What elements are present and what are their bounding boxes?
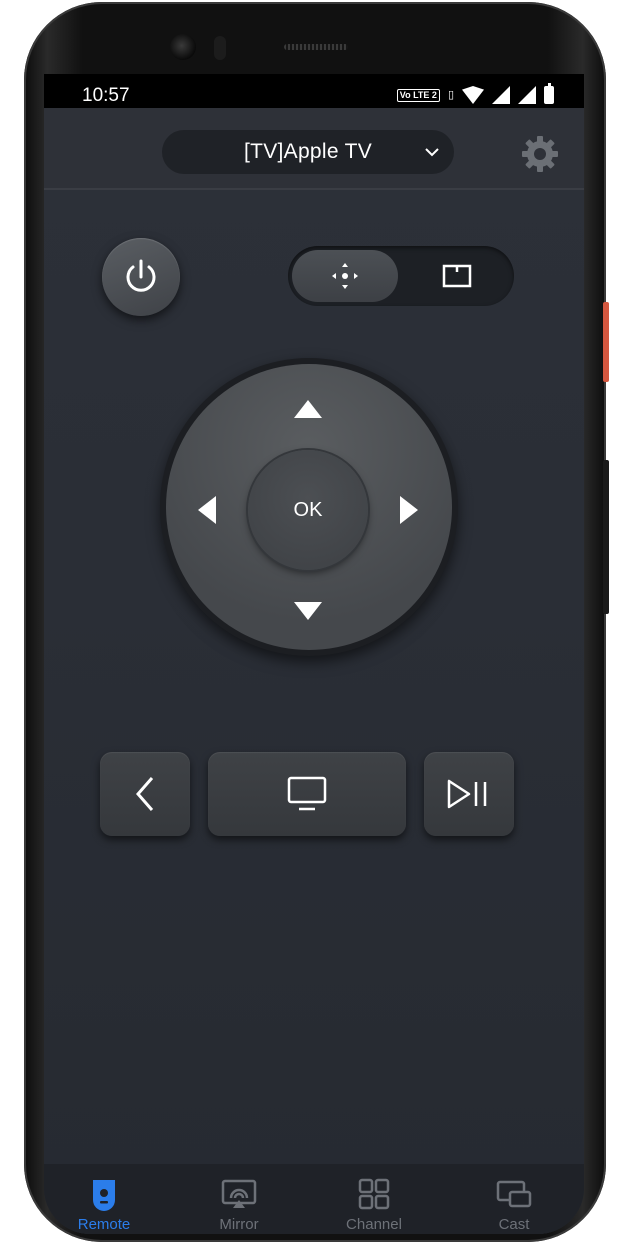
gear-icon[interactable]	[518, 132, 562, 176]
top-bar: [TV]Apple TV	[44, 108, 584, 190]
status-time: 10:57	[82, 85, 130, 106]
bottom-tab-bar: Remote Mirror Channel Cast	[44, 1164, 584, 1234]
volume-side-button	[603, 460, 609, 614]
play-pause-button[interactable]	[424, 752, 514, 836]
tab-mirror[interactable]: Mirror	[179, 1164, 299, 1234]
signal-icon-1	[492, 86, 510, 104]
remote-icon	[93, 1180, 115, 1211]
tab-remote[interactable]: Remote	[44, 1164, 164, 1234]
dpad-right-button[interactable]	[400, 496, 418, 524]
mirror-icon	[221, 1179, 257, 1208]
signal-icon-2	[518, 86, 536, 104]
front-camera	[170, 34, 196, 60]
device-selector[interactable]: [TV]Apple TV	[162, 130, 454, 174]
tab-channel-label: Channel	[346, 1216, 402, 1233]
ok-button[interactable]: OK	[248, 450, 368, 570]
dpad-mode-button[interactable]	[292, 250, 398, 302]
status-bar: 10:57 Vo LTE 2 ▯	[44, 74, 584, 108]
power-side-button	[603, 302, 609, 382]
ok-label: OK	[293, 498, 323, 521]
power-button[interactable]	[102, 238, 180, 316]
touchpad-icon	[442, 264, 472, 288]
play-pause-icon	[447, 779, 487, 809]
tab-channel[interactable]: Channel	[314, 1164, 434, 1234]
dpad-down-button[interactable]	[294, 602, 322, 620]
tab-cast[interactable]: Cast	[454, 1164, 574, 1234]
chevron-down-icon	[425, 148, 439, 157]
vibrate-icon: ▯	[447, 88, 454, 101]
dpad-mode-icon	[332, 263, 358, 289]
channel-grid-icon	[358, 1178, 390, 1210]
screen: 10:57 Vo LTE 2 ▯ [TV]Apple TV OK Remote …	[44, 74, 584, 1234]
earpiece-speaker	[284, 44, 348, 50]
back-button[interactable]	[100, 752, 190, 836]
battery-icon	[544, 83, 554, 104]
remote-app: [TV]Apple TV OK Remote Mirror Channel Ca…	[44, 108, 584, 1234]
device-name: [TV]Apple TV	[243, 140, 373, 163]
wifi-icon	[462, 86, 484, 104]
dpad-up-button[interactable]	[294, 400, 322, 418]
tab-cast-label: Cast	[498, 1216, 530, 1233]
proximity-sensor	[214, 36, 226, 60]
dpad-left-button[interactable]	[198, 496, 216, 524]
cast-icon	[496, 1180, 532, 1208]
volte-icon: Vo LTE 2	[396, 88, 440, 102]
touchpad-mode-button[interactable]	[404, 250, 510, 302]
tv-icon	[287, 776, 327, 811]
control-mode-toggle	[288, 246, 514, 306]
back-icon	[136, 777, 154, 811]
home-tv-button[interactable]	[208, 752, 406, 836]
status-icons: Vo LTE 2 ▯	[396, 83, 554, 106]
tab-mirror-label: Mirror	[219, 1216, 259, 1233]
power-icon	[126, 259, 156, 292]
tab-remote-label: Remote	[77, 1216, 131, 1233]
